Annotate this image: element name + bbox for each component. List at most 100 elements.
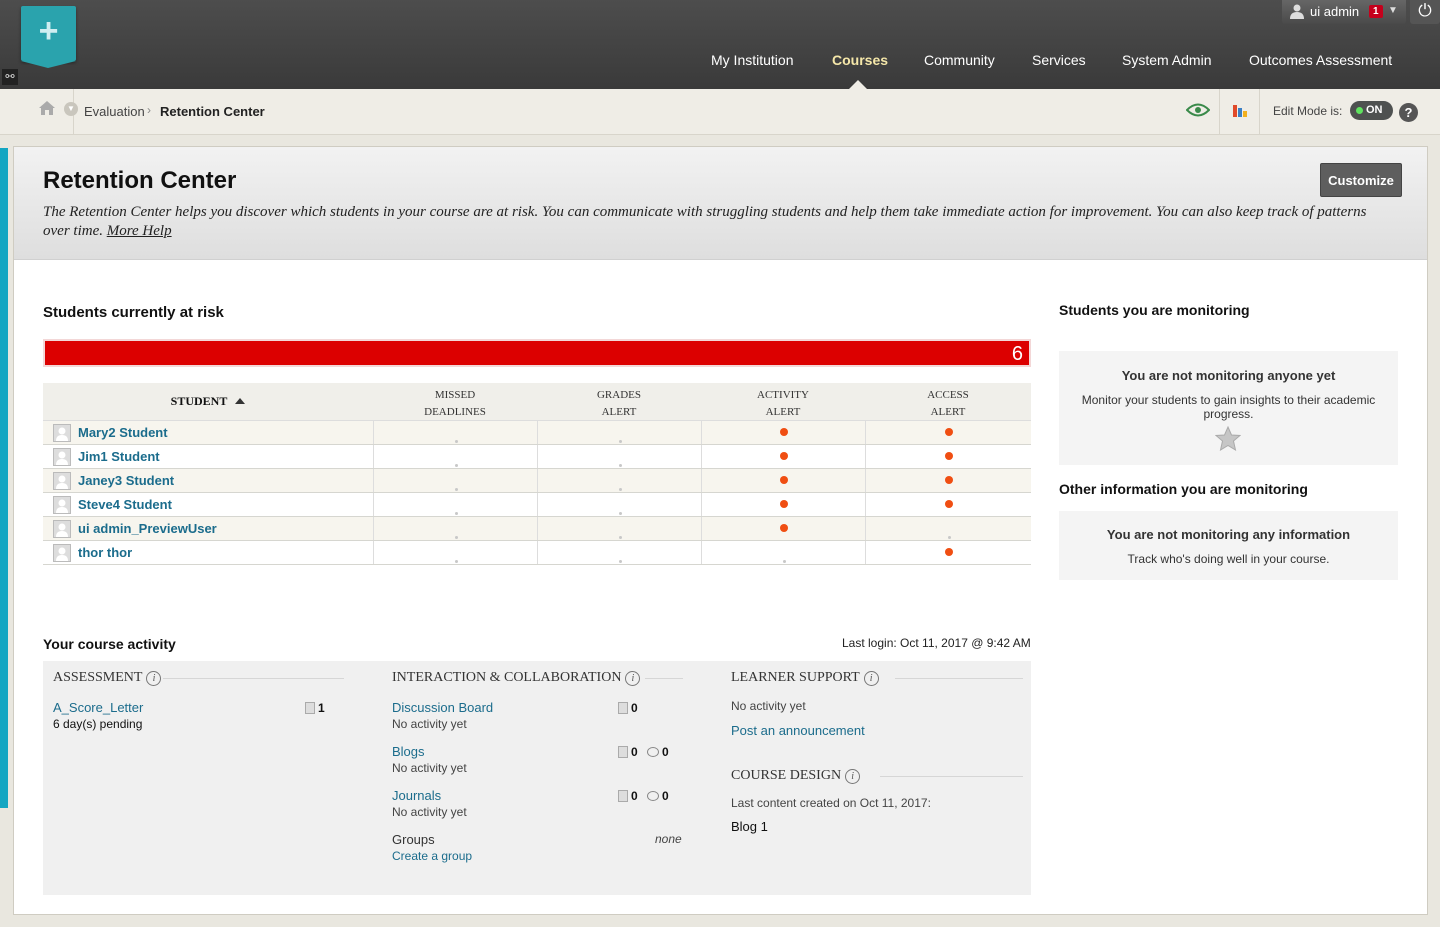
learner-support-heading-text: LEARNER SUPPORT xyxy=(731,670,860,685)
monitoring-students-box: You are not monitoring anyone yet Monito… xyxy=(1059,351,1398,465)
student-name-link[interactable]: ui admin_PreviewUser xyxy=(78,521,217,536)
assessment-item-link[interactable]: A_Score_Letter xyxy=(53,700,143,715)
table-header: STUDENT MISSED DEADLINES GRADES ALERT AC… xyxy=(43,383,1031,421)
no-alert-dot-icon xyxy=(455,536,458,539)
customize-button[interactable]: Customize xyxy=(1320,163,1402,197)
section-divider xyxy=(645,678,683,679)
access-alert-cell xyxy=(865,469,1031,492)
chevron-down-icon[interactable]: ▼ xyxy=(64,102,78,116)
info-icon[interactable]: i xyxy=(845,769,861,784)
notification-badge[interactable]: 1 xyxy=(1369,5,1383,18)
activity-alert-cell xyxy=(701,445,865,468)
table-body: Mary2 Student Jim1 Student Janey3 Student S… xyxy=(43,421,1031,565)
at-risk-heading: Students currently at risk xyxy=(43,304,224,321)
course-activity-heading: Your course activity xyxy=(43,636,176,652)
no-alert-dot-icon xyxy=(455,440,458,443)
access-alert-cell xyxy=(865,421,1031,444)
header-line: GRADES xyxy=(596,389,641,401)
student-name-link[interactable]: Steve4 Student xyxy=(78,497,172,512)
edit-mode-value: ON xyxy=(1366,104,1383,116)
grades-alert-cell xyxy=(537,421,701,444)
page-header: Retention Center The Retention Center he… xyxy=(14,147,1427,260)
no-alert-dot-icon xyxy=(619,512,622,515)
grades-alert-header: GRADES ALERT xyxy=(537,387,701,421)
user-menu[interactable]: ui admin 1 ▼ xyxy=(1282,0,1406,24)
nav-services[interactable]: Services xyxy=(1032,52,1086,72)
monitoring-info-text: Track who's doing well in your course. xyxy=(1127,552,1330,566)
grades-alert-cell xyxy=(537,517,701,540)
access-alert-cell xyxy=(865,445,1031,468)
edit-mode-toggle[interactable]: ON xyxy=(1350,101,1393,120)
guide-chart-icon[interactable] xyxy=(1232,103,1248,119)
student-name-link[interactable]: thor thor xyxy=(78,545,132,560)
user-icon xyxy=(1290,4,1304,19)
sort-ascending-icon[interactable] xyxy=(235,398,246,404)
no-alert-dot-icon xyxy=(948,536,951,539)
help-icon[interactable]: ? xyxy=(1399,103,1418,122)
discussion-board-link[interactable]: Discussion Board xyxy=(392,700,493,715)
no-alert-dot-icon xyxy=(619,440,622,443)
no-alert-dot-icon xyxy=(455,464,458,467)
comment-icon xyxy=(647,791,659,801)
plus-icon: + xyxy=(38,12,59,50)
create-group-link[interactable]: Create a group xyxy=(392,849,472,863)
edit-mode-label: Edit Mode is: xyxy=(1273,104,1343,118)
page-description: The Retention Center helps you discover … xyxy=(43,203,1388,241)
table-row: Jim1 Student xyxy=(43,445,1031,469)
journals-link[interactable]: Journals xyxy=(392,788,441,803)
student-name-link[interactable]: Jim1 Student xyxy=(78,449,160,464)
activity-alert-cell xyxy=(701,541,865,564)
add-logo-button[interactable]: + xyxy=(21,6,76,68)
star-icon[interactable] xyxy=(1215,426,1241,451)
top-bar: + ⚯ ui admin 1 ▼ ⏻ My Institution Course… xyxy=(0,0,1440,89)
more-help-link[interactable]: More Help xyxy=(107,223,172,239)
header-line: ACTIVITY xyxy=(757,389,809,401)
nav-system-admin[interactable]: System Admin xyxy=(1122,52,1211,72)
post-announcement-link[interactable]: Post an announcement xyxy=(731,723,865,738)
info-icon[interactable]: i xyxy=(625,671,641,686)
grades-alert-cell xyxy=(537,493,701,516)
grades-alert-cell xyxy=(537,469,701,492)
nav-my-institution[interactable]: My Institution xyxy=(711,52,793,72)
blogs-link[interactable]: Blogs xyxy=(392,744,425,759)
missed-deadlines-header: MISSED DEADLINES xyxy=(373,387,537,421)
caret-down-icon[interactable]: ▼ xyxy=(1388,5,1398,16)
activity-alert-cell xyxy=(701,517,865,540)
nav-community[interactable]: Community xyxy=(924,52,995,72)
course-design-heading-text: COURSE DESIGN xyxy=(731,768,842,783)
info-icon[interactable]: i xyxy=(863,671,879,686)
blogs-comments: 0 xyxy=(647,745,669,759)
user-name: ui admin xyxy=(1310,4,1360,19)
nav-outcomes-assessment[interactable]: Outcomes Assessment xyxy=(1249,52,1392,72)
no-alert-dot-icon xyxy=(455,560,458,563)
missed-alert-cell xyxy=(373,469,537,492)
missed-alert-cell xyxy=(373,445,537,468)
interaction-heading-text: INTERACTION & COLLABORATION xyxy=(392,670,622,685)
section-divider xyxy=(163,678,344,679)
power-icon[interactable]: ⏻ xyxy=(1410,0,1440,24)
blogs-count-value: 0 xyxy=(631,745,638,759)
link-icon[interactable]: ⚯ xyxy=(2,69,18,85)
table-row: Steve4 Student xyxy=(43,493,1031,517)
student-preview-eye-icon[interactable] xyxy=(1186,102,1210,118)
access-alert-cell xyxy=(865,541,1031,564)
course-activity-panel: ASSESSMENT i A_Score_Letter 6 day(s) pend… xyxy=(43,661,1031,895)
content-panel: Retention Center The Retention Center he… xyxy=(13,146,1428,915)
student-name-link[interactable]: Janey3 Student xyxy=(78,473,174,488)
breadcrumb-evaluation[interactable]: Evaluation xyxy=(84,104,145,119)
student-column-header[interactable]: STUDENT xyxy=(43,393,373,410)
student-name-link[interactable]: Mary2 Student xyxy=(78,425,168,440)
header-line: ACCESS xyxy=(927,389,969,401)
avatar xyxy=(53,520,71,538)
discussion-board-count: 0 xyxy=(618,701,638,715)
at-risk-bar[interactable]: 6 xyxy=(43,339,1031,367)
grades-alert-cell xyxy=(537,541,701,564)
nav-courses[interactable]: Courses xyxy=(832,52,888,72)
info-icon[interactable]: i xyxy=(146,671,162,686)
left-accent-bar[interactable] xyxy=(0,148,8,808)
activity-alert-header: ACTIVITY ALERT xyxy=(701,387,865,421)
home-icon[interactable] xyxy=(38,100,56,116)
document-icon xyxy=(618,746,628,758)
groups-value: none xyxy=(655,832,682,846)
course-design-item: Blog 1 xyxy=(731,819,768,834)
